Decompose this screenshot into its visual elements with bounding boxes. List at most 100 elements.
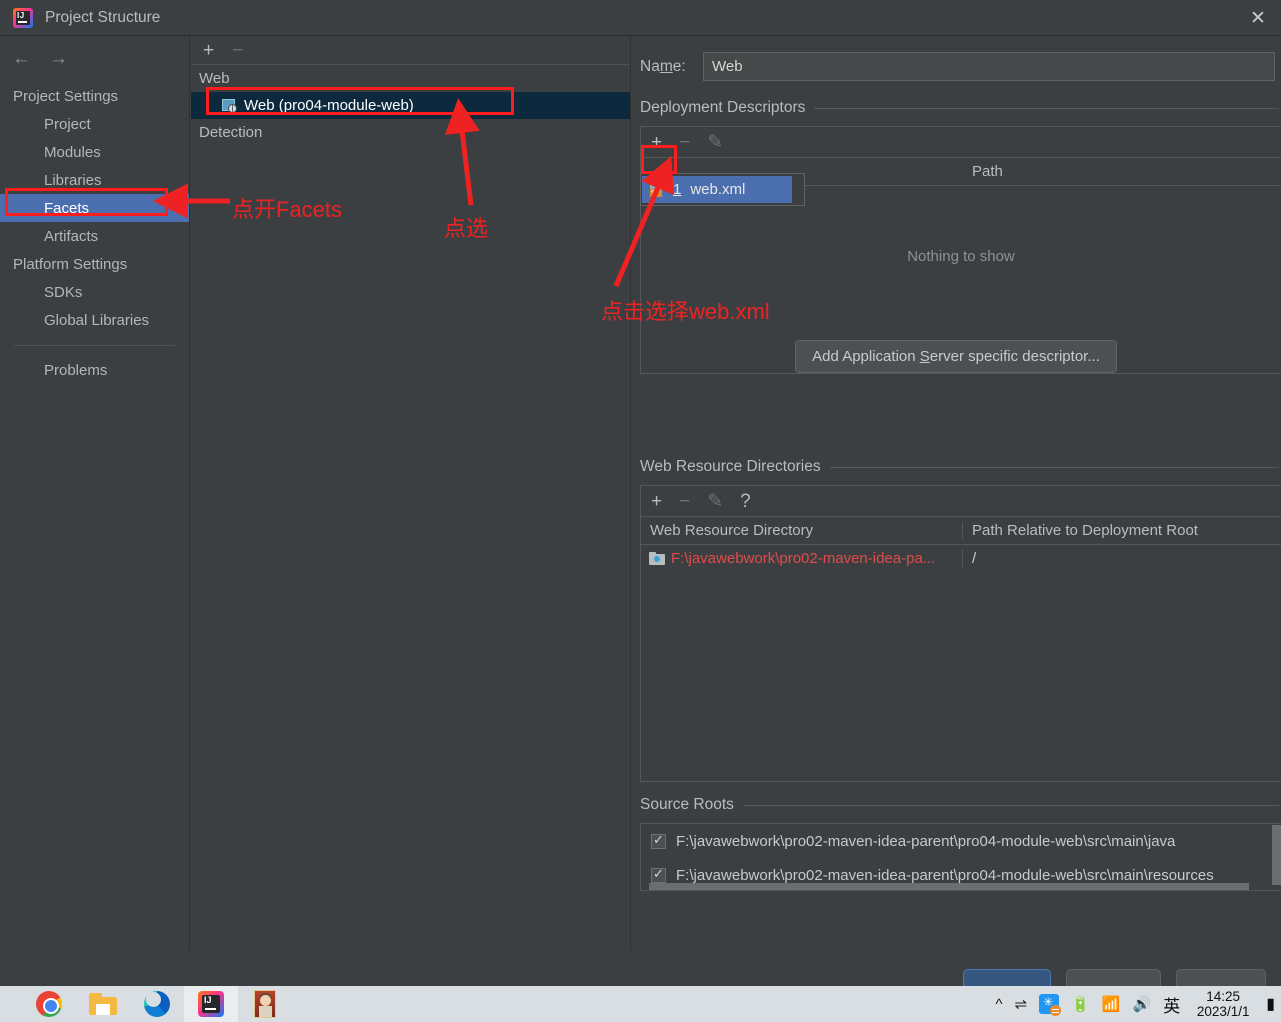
source-roots-horizontal-scrollbar[interactable] <box>649 883 1249 890</box>
dropdown-item-webxml[interactable]: <> 1 web.xml <box>642 176 792 203</box>
project-structure-dialog: IJ Project Structure ✕ ← → Project Setti… <box>0 0 1281 1022</box>
facets-toolbar: + − <box>191 36 630 65</box>
source-roots-vertical-scrollbar[interactable] <box>1272 825 1281 885</box>
web-resources-toolbar: + − ✎ ? <box>641 486 1281 517</box>
folder-icon <box>649 551 665 565</box>
web-resources-col-path: Path Relative to Deployment Root <box>972 522 1198 539</box>
battery-icon[interactable]: 🔋 <box>1071 997 1090 1012</box>
sidebar-item-artifacts[interactable]: Artifacts <box>0 222 189 250</box>
facet-item-label: Web (pro04-module-web) <box>244 97 414 114</box>
sidebar-item-problems[interactable]: Problems <box>0 356 189 384</box>
web-resource-path: F:\javawebwork\pro02-maven-idea-pa... <box>671 549 936 567</box>
deployment-descriptors-header: Deployment Descriptors <box>640 99 1281 117</box>
web-resource-directories-section: Web Resource Directories + − ✎ ? Web Res… <box>632 458 1281 782</box>
remove-descriptor-button[interactable]: − <box>679 133 690 152</box>
web-resources-col-directory: Web Resource Directory <box>641 522 963 539</box>
clock[interactable]: 14:25 2023/1/1 <box>1192 989 1254 1019</box>
list-item[interactable]: F:\javawebwork\pro02-maven-idea-parent\p… <box>641 824 1281 858</box>
section-divider <box>742 804 1279 806</box>
web-resources-empty-area <box>641 571 1281 781</box>
source-root-path: F:\javawebwork\pro02-maven-idea-parent\p… <box>676 866 1214 884</box>
settings-sidebar: ← → Project Settings Project Modules Lib… <box>0 36 190 960</box>
source-roots-header: Source Roots <box>640 796 1281 814</box>
window-title: Project Structure <box>45 8 161 26</box>
edge-icon[interactable] <box>130 986 184 1022</box>
clock-date: 2023/1/1 <box>1196 1004 1250 1019</box>
add-facet-button[interactable]: + <box>203 41 214 60</box>
chevron-up-icon[interactable]: ^ <box>996 997 1003 1012</box>
clock-time: 14:25 <box>1206 989 1241 1004</box>
sidebar-list: Project Settings Project Modules Librari… <box>0 80 189 384</box>
sidebar-item-modules[interactable]: Modules <box>0 138 189 166</box>
remove-facet-button[interactable]: − <box>232 41 243 60</box>
web-resource-directory-cell: F:\javawebwork\pro02-maven-idea-pa... <box>641 549 963 567</box>
help-icon[interactable]: ? <box>740 492 751 511</box>
facet-group-detection[interactable]: Detection <box>191 119 630 146</box>
intellij-idea-taskbar-icon[interactable]: IJ <box>184 986 238 1022</box>
deployment-descriptors-section: Deployment Descriptors + − ✎ Path Nothin… <box>632 99 1281 374</box>
xml-file-icon: <> <box>649 181 665 198</box>
name-input[interactable] <box>703 52 1275 81</box>
annotation-select-facet: 点选 <box>444 216 489 241</box>
notifications-icon[interactable]: ▮ <box>1266 994 1275 1014</box>
edit-descriptor-button[interactable]: ✎ <box>707 133 723 152</box>
dropdown-item-label: web.xml <box>690 181 746 198</box>
sidebar-item-project[interactable]: Project <box>0 110 189 138</box>
sidebar-divider <box>14 345 175 346</box>
dropdown-item-index: 1 <box>673 181 682 198</box>
dialog-button-bar <box>0 950 1281 999</box>
sidebar-item-global-libraries[interactable]: Global Libraries <box>0 306 189 334</box>
windows-taskbar: IJ ^ ⇌ ✳ 🔋 📶 🔊 英 14:25 2023/1/1 ▮ <box>0 986 1281 1022</box>
speaker-icon[interactable]: 🔊 <box>1133 997 1152 1012</box>
section-divider <box>829 466 1279 468</box>
annotation-facets: 点开Facets <box>232 197 343 222</box>
add-app-server-descriptor-button[interactable]: Add Application Server specific descript… <box>795 340 1117 373</box>
deployment-descriptors-title: Deployment Descriptors <box>640 99 806 116</box>
sidebar-item-facets[interactable]: Facets <box>0 194 189 222</box>
facet-group-label: Web <box>199 70 230 87</box>
sidebar-item-libraries[interactable]: Libraries <box>0 166 189 194</box>
facets-panel: + − Web Web (pro04-module-web) Detection <box>191 36 631 960</box>
web-resources-table: + − ✎ ? Web Resource Directory Path Rela… <box>640 485 1281 782</box>
source-roots-section: Source Roots F:\javawebwork\pro02-maven-… <box>632 796 1281 891</box>
source-roots-list: F:\javawebwork\pro02-maven-idea-parent\p… <box>640 823 1281 891</box>
add-descriptor-button[interactable]: + <box>651 133 662 152</box>
sidebar-nav: ← → <box>0 36 189 80</box>
source-root-checkbox[interactable] <box>651 866 666 883</box>
close-icon[interactable]: ✕ <box>1235 0 1281 36</box>
add-web-resource-button[interactable]: + <box>651 492 662 511</box>
chrome-icon[interactable] <box>22 986 76 1022</box>
web-resources-title: Web Resource Directories <box>640 458 821 475</box>
title-bar: IJ Project Structure ✕ <box>0 0 1281 36</box>
app-icon[interactable] <box>238 986 292 1022</box>
descriptor-dropdown-menu: <> 1 web.xml <box>640 173 805 206</box>
name-row: Name: <box>632 36 1281 81</box>
ime-indicator[interactable]: 英 <box>1163 992 1180 1017</box>
arrow-left-icon[interactable]: ← <box>12 49 31 68</box>
deployment-toolbar: + − ✎ <box>641 127 1281 158</box>
name-label: Name: <box>640 57 686 75</box>
sidebar-group-platform-settings: Platform Settings <box>13 255 128 273</box>
deployment-col-path: Path <box>972 163 1003 180</box>
web-resources-table-header: Web Resource Directory Path Relative to … <box>641 517 1281 545</box>
section-divider <box>814 107 1279 109</box>
facet-item-web-module[interactable]: Web (pro04-module-web) <box>191 92 630 119</box>
wifi-icon[interactable]: 📶 <box>1102 997 1121 1012</box>
source-root-checkbox[interactable] <box>651 832 666 849</box>
remove-web-resource-button[interactable]: − <box>679 492 690 511</box>
sliders-icon[interactable]: ⇌ <box>1015 997 1028 1012</box>
deployment-relative-path: / <box>972 549 977 567</box>
tray-app-icon[interactable]: ✳ <box>1039 994 1062 1016</box>
intellij-idea-icon: IJ <box>13 7 33 28</box>
system-tray: ^ ⇌ ✳ 🔋 📶 🔊 英 14:25 2023/1/1 ▮ <box>996 989 1281 1019</box>
source-root-path: F:\javawebwork\pro02-maven-idea-parent\p… <box>676 832 1176 850</box>
file-explorer-icon[interactable] <box>76 986 130 1022</box>
facet-detection-label: Detection <box>199 124 263 141</box>
arrow-right-icon[interactable]: → <box>49 49 68 68</box>
sidebar-item-sdks[interactable]: SDKs <box>0 278 189 306</box>
edit-web-resource-button[interactable]: ✎ <box>707 492 723 511</box>
source-roots-title: Source Roots <box>640 796 734 813</box>
web-facet-icon <box>222 98 237 113</box>
sidebar-group-project-settings: Project Settings <box>13 87 119 105</box>
table-row[interactable]: F:\javawebwork\pro02-maven-idea-pa... / <box>641 545 1281 571</box>
